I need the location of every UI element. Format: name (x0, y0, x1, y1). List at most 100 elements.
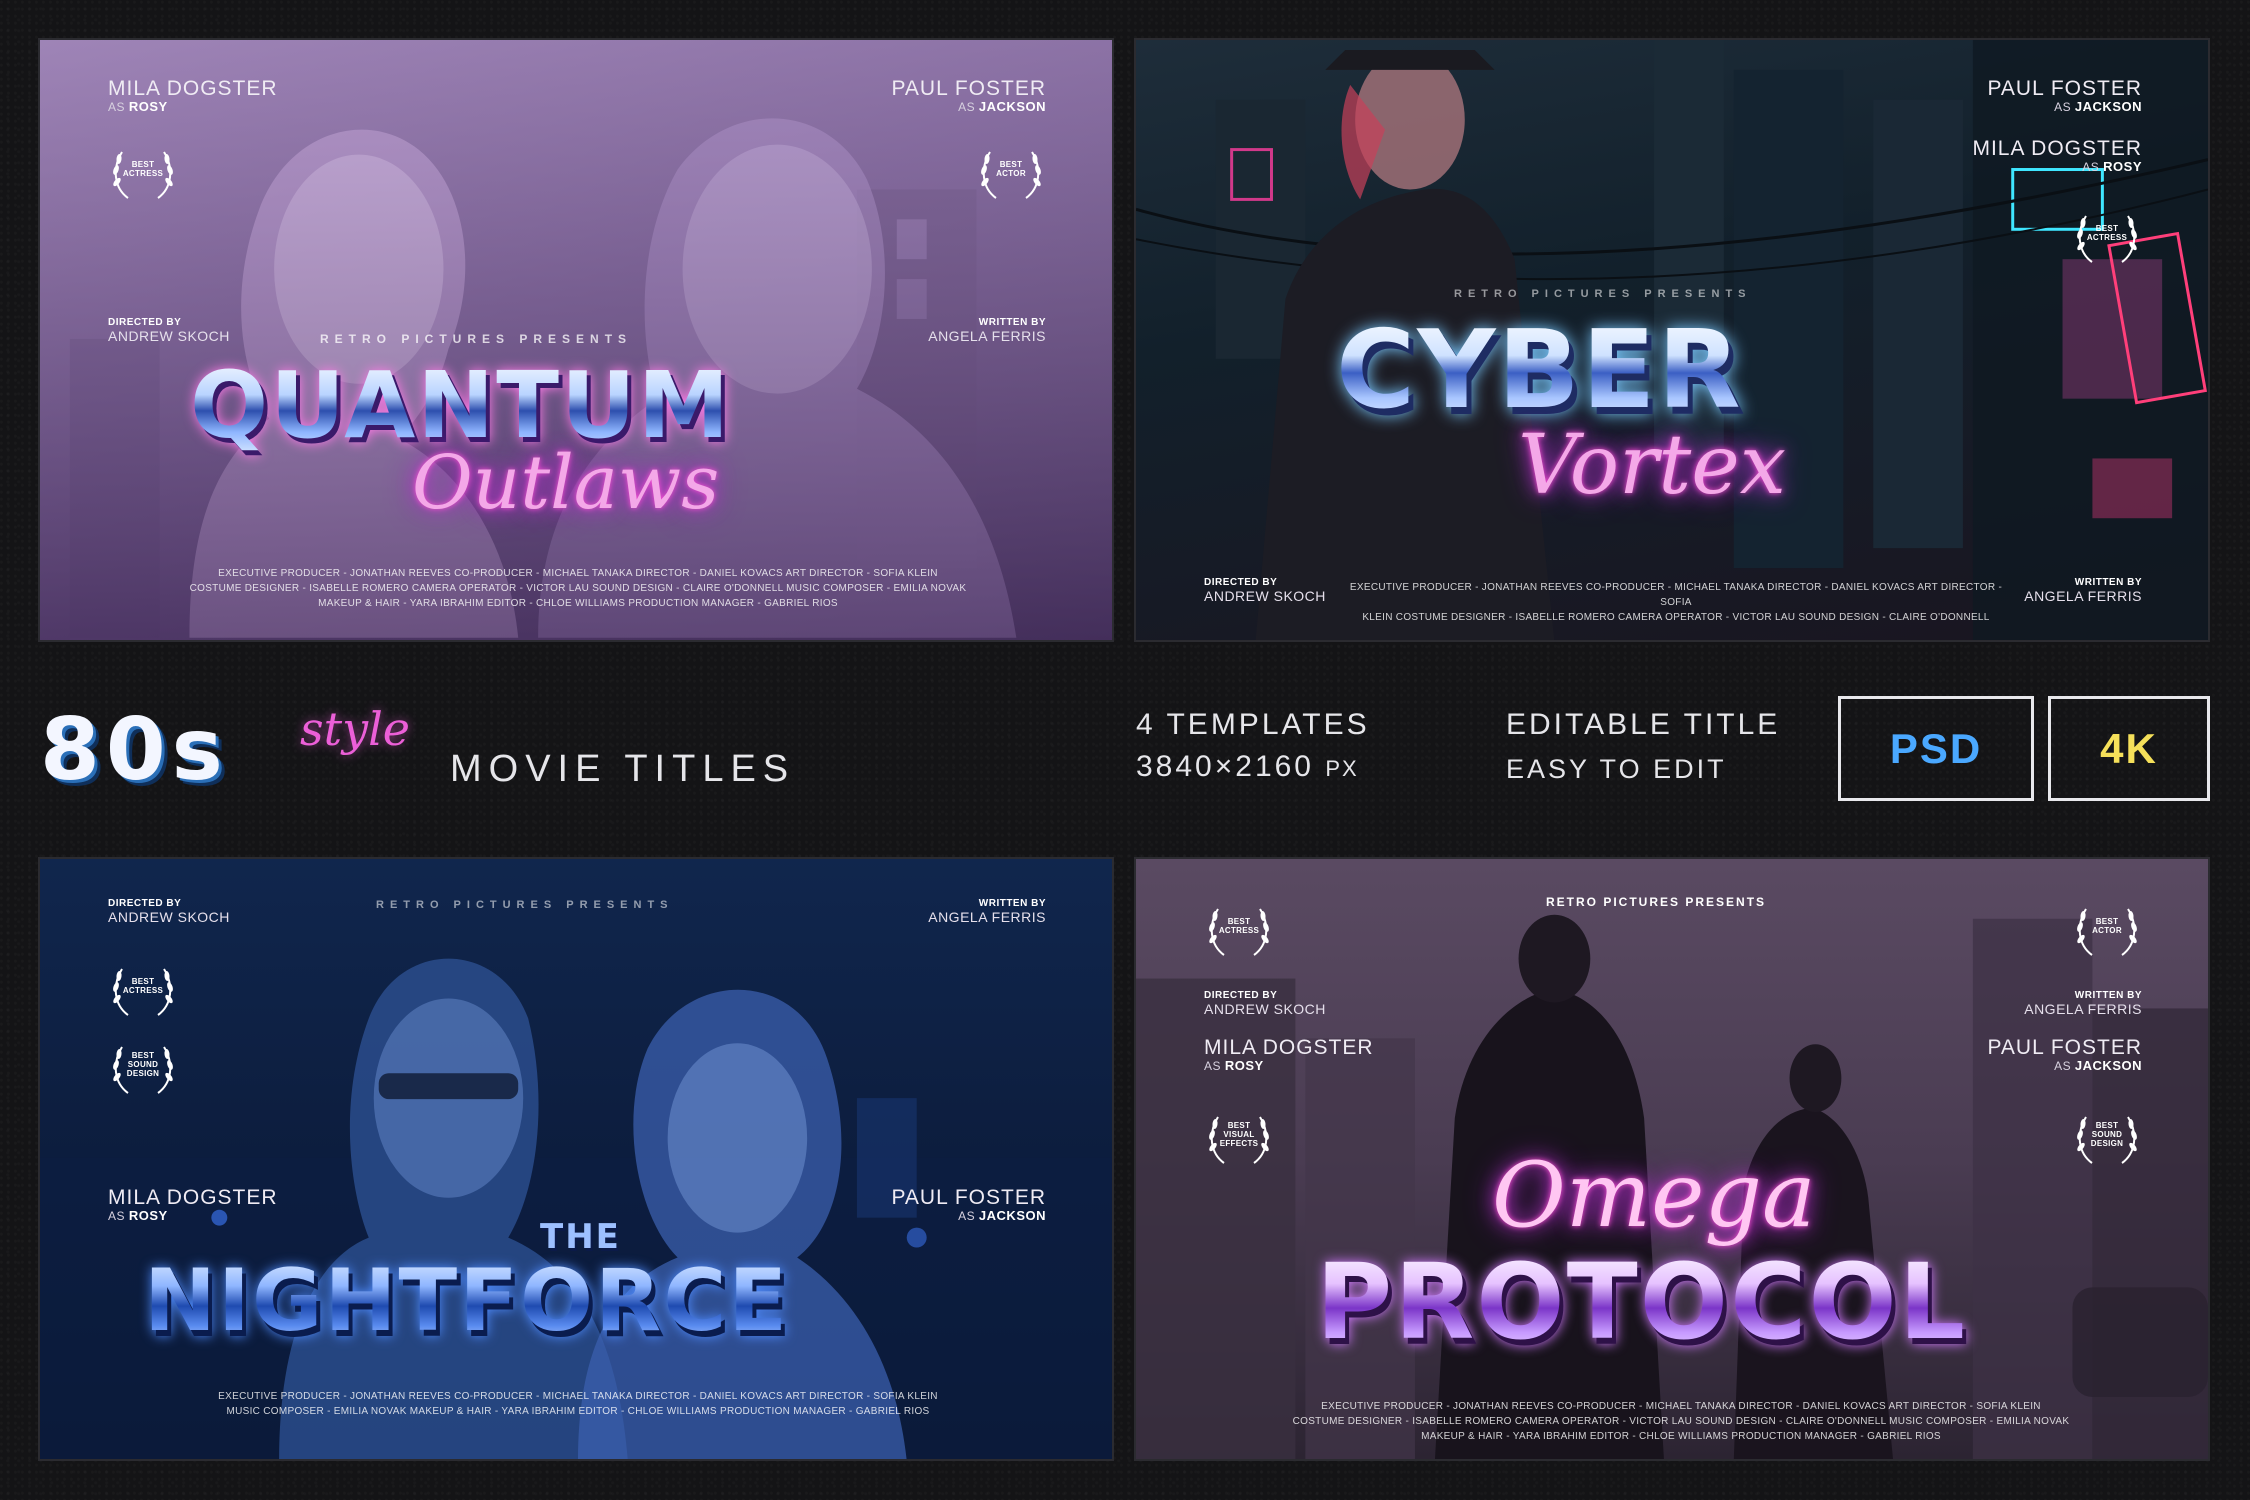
directed-by-label: DIRECTED BY (1204, 990, 1278, 1001)
director-name: ANDREW SKOCH (1204, 587, 1326, 604)
written-by-label: WRITTEN BY (978, 898, 1046, 909)
title-main: CYBER (1336, 308, 1743, 433)
billing-block: EXECUTIVE PRODUCER - JONATHAN REEVES CO-… (1286, 1399, 2076, 1444)
as-label: AS (958, 1209, 976, 1224)
actor-name: PAUL FOSTER (891, 1186, 1046, 1209)
writer-name: ANGELA FERRIS (928, 327, 1046, 344)
feature-easy-to-edit: EASY TO EDIT (1506, 754, 1727, 784)
actor-credit: PAUL FOSTER AS JACKSON (1987, 1036, 2142, 1074)
award-text: BEST SOUND DESIGN (126, 1051, 160, 1078)
director-credit: DIRECTED BY ANDREW SKOCH (1204, 577, 1326, 604)
billing-block: EXECUTIVE PRODUCER - JONATHAN REEVES CO-… (1346, 580, 2006, 625)
laurel-award-icon: BEST SOUND DESIGN (108, 1037, 178, 1099)
actress-role: ROSY (2103, 159, 2142, 175)
billing-line: EXECUTIVE PRODUCER - JONATHAN REEVES CO-… (218, 568, 938, 579)
resolution-unit: PX (1325, 756, 1359, 781)
writer-name: ANGELA FERRIS (2024, 1000, 2142, 1017)
award-text: BEST SOUND DESIGN (2090, 1121, 2124, 1148)
title-script: Omega (1492, 1143, 1816, 1248)
actor-role: JACKSON (2074, 1058, 2142, 1074)
award-text: BEST ACTRESS (2086, 224, 2128, 242)
actor-credit: PAUL FOSTER AS JACKSON (891, 1186, 1046, 1224)
director-name: ANDREW SKOCH (1204, 1000, 1326, 1017)
actress-credit: MILA DOGSTER AS ROSY (1204, 1036, 1374, 1074)
4k-badge: 4K (2048, 696, 2210, 801)
as-label: AS (2054, 100, 2072, 115)
directed-by-label: DIRECTED BY (108, 317, 182, 328)
logo-subtitle: MOVIE TITLES (450, 748, 796, 790)
title-script: Vortex (1518, 418, 1786, 513)
as-label: AS (2082, 160, 2100, 175)
logo-80s: 80s (40, 700, 229, 800)
actress-credit: MILA DOGSTER AS ROSY (108, 77, 278, 115)
writer-credit: WRITTEN BY ANGELA FERRIS (928, 317, 1046, 344)
laurel-award-icon: BEST ACTRESS (108, 959, 178, 1021)
director-credit: DIRECTED BY ANDREW SKOCH (108, 317, 230, 344)
actor-name: PAUL FOSTER (891, 77, 1046, 100)
actor-credit: PAUL FOSTER AS JACKSON (1987, 77, 2142, 115)
actress-role: ROSY (128, 1208, 168, 1224)
billing-line: EXECUTIVE PRODUCER - JONATHAN REEVES CO-… (1321, 1401, 2041, 1412)
director-name: ANDREW SKOCH (108, 327, 230, 344)
presents-line: RETRO PICTURES PRESENTS (376, 899, 674, 911)
directed-by-label: DIRECTED BY (108, 898, 182, 909)
psd-badge: PSD (1838, 696, 2034, 801)
as-label: AS (108, 100, 126, 115)
resolution-value: 3840×2160 (1136, 750, 1314, 783)
as-label: AS (108, 1209, 126, 1224)
director-name: ANDREW SKOCH (108, 908, 230, 925)
templates-count: 4 TEMPLATES (1136, 708, 1370, 741)
laurel-award-icon: BEST ACTRESS (1204, 899, 1274, 961)
actor-role: JACKSON (978, 99, 1046, 115)
actor-name: PAUL FOSTER (1987, 77, 2142, 100)
writer-credit: WRITTEN BY ANGELA FERRIS (928, 898, 1046, 925)
actress-name: MILA DOGSTER (1972, 137, 2142, 160)
actress-role: ROSY (128, 99, 168, 115)
resolution: 3840×2160 PX (1136, 750, 1359, 784)
written-by-label: WRITTEN BY (2074, 990, 2142, 1001)
award-text: BEST VISUAL EFFECTS (1219, 1121, 1259, 1148)
as-label: AS (1204, 1059, 1222, 1074)
poster-the-nightforce: DIRECTED BY ANDREW SKOCH WRITTEN BY ANGE… (38, 857, 1114, 1461)
actor-role: JACKSON (2074, 99, 2142, 115)
laurel-award-icon: BEST ACTOR (2072, 899, 2142, 961)
billing-block: EXECUTIVE PRODUCER - JONATHAN REEVES CO-… (160, 566, 996, 611)
award-text: BEST ACTRESS (122, 977, 164, 995)
laurel-award-icon: BEST ACTRESS (2072, 206, 2142, 268)
writer-credit: WRITTEN BY ANGELA FERRIS (2024, 990, 2142, 1017)
billing-line: MUSIC COMPOSER - EMILIA NOVAK MAKEUP & H… (226, 1406, 930, 1417)
actress-role: ROSY (1224, 1058, 1264, 1074)
presents-line: RETRO PICTURES PRESENTS (1546, 895, 1767, 909)
director-credit: DIRECTED BY ANDREW SKOCH (108, 898, 230, 925)
writer-name: ANGELA FERRIS (928, 908, 1046, 925)
directed-by-label: DIRECTED BY (1204, 577, 1278, 588)
billing-line: COSTUME DESIGNER - ISABELLE ROMERO CAMER… (189, 583, 967, 594)
billing-line: EXECUTIVE PRODUCER - JONATHAN REEVES CO-… (1349, 582, 2003, 608)
actress-name: MILA DOGSTER (108, 1186, 278, 1209)
laurel-award-icon: BEST SOUND DESIGN (2072, 1107, 2142, 1169)
logo-style-script: style (300, 702, 411, 756)
award-text: BEST ACTOR (2092, 917, 2122, 935)
poster-omega-protocol: RETRO PICTURES PRESENTS BEST ACTRESS BES… (1134, 857, 2210, 1461)
director-credit: DIRECTED BY ANDREW SKOCH (1204, 990, 1326, 1017)
actor-credit: PAUL FOSTER AS JACKSON (891, 77, 1046, 115)
laurel-award-icon: BEST VISUAL EFFECTS (1204, 1107, 1274, 1169)
written-by-label: WRITTEN BY (978, 317, 1046, 328)
poster-artwork (40, 958, 1112, 1459)
billing-line: MAKEUP & HAIR - YARA IBRAHIM EDITOR - CH… (1421, 1431, 1941, 1442)
billing-line: KLEIN COSTUME DESIGNER - ISABELLE ROMERO… (1362, 612, 1990, 623)
laurel-award-icon: BEST ACTOR (976, 142, 1046, 204)
laurel-award-icon: BEST ACTRESS (108, 142, 178, 204)
actor-name: PAUL FOSTER (1987, 1036, 2142, 1059)
title-main: NIGHTFORCE (144, 1251, 790, 1351)
billing-line: COSTUME DESIGNER - ISABELLE ROMERO CAMER… (1292, 1416, 2070, 1427)
as-label: AS (2054, 1059, 2072, 1074)
award-text: BEST ACTRESS (1218, 917, 1260, 935)
actress-credit: MILA DOGSTER AS ROSY (1972, 137, 2142, 175)
writer-credit: WRITTEN BY ANGELA FERRIS (2024, 577, 2142, 604)
as-label: AS (958, 100, 976, 115)
title-script: Outlaws (412, 440, 720, 526)
billing-line: MAKEUP & HAIR - YARA IBRAHIM EDITOR - CH… (318, 598, 838, 609)
billing-block: EXECUTIVE PRODUCER - JONATHAN REEVES CO-… (160, 1389, 996, 1419)
writer-name: ANGELA FERRIS (2024, 587, 2142, 604)
